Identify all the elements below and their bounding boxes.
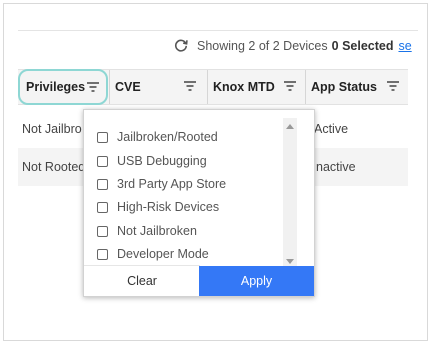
checkbox[interactable] bbox=[97, 225, 108, 237]
scroll-up-arrow-icon[interactable] bbox=[286, 124, 294, 129]
privileges-filter-dropdown: Jailbroken/Rooted USB Debugging 3rd Part… bbox=[83, 109, 315, 297]
column-header-privileges[interactable]: Privileges bbox=[18, 69, 108, 105]
filter-option-not-jailbroken[interactable]: Not Jailbroken bbox=[97, 221, 197, 241]
refresh-icon[interactable] bbox=[174, 38, 190, 54]
filter-option-jailbroken-rooted[interactable]: Jailbroken/Rooted bbox=[97, 127, 218, 147]
option-label: High-Risk Devices bbox=[117, 200, 220, 214]
scrollbar[interactable] bbox=[283, 118, 297, 268]
option-label: Developer Mode bbox=[117, 247, 209, 261]
checkbox[interactable] bbox=[97, 178, 108, 190]
filter-option-3rd-party-app-store[interactable]: 3rd Party App Store bbox=[97, 174, 226, 194]
selected-count-text: 0 Selected bbox=[331, 39, 394, 53]
filter-icon[interactable] bbox=[86, 81, 100, 93]
status-bar: Showing 2 of 2 Devices 0 Selected se bbox=[174, 38, 412, 54]
option-label: USB Debugging bbox=[117, 154, 207, 168]
column-label-privileges: Privileges bbox=[26, 80, 86, 94]
column-header-knox-mtd[interactable]: Knox MTD bbox=[207, 70, 305, 104]
option-label: 3rd Party App Store bbox=[117, 177, 227, 191]
column-label-app-status: App Status bbox=[311, 80, 377, 94]
checkbox[interactable] bbox=[97, 248, 108, 260]
cell-privileges: Not Rooted bbox=[22, 160, 84, 174]
apply-button[interactable]: Apply bbox=[199, 266, 314, 296]
cell-app-status: Active bbox=[314, 122, 349, 136]
filter-icon[interactable] bbox=[386, 80, 400, 92]
option-label: Not Jailbroken bbox=[117, 224, 197, 238]
column-label-knox-mtd: Knox MTD bbox=[213, 80, 275, 94]
filter-option-high-risk-devices[interactable]: High-Risk Devices bbox=[97, 197, 219, 217]
divider bbox=[18, 30, 418, 31]
clear-button[interactable]: Clear bbox=[84, 265, 200, 296]
filter-icon[interactable] bbox=[283, 80, 297, 92]
cell-privileges: Not Jailbro bbox=[22, 122, 82, 136]
scroll-down-arrow-icon[interactable] bbox=[286, 259, 294, 264]
column-label-cve: CVE bbox=[115, 80, 141, 94]
column-header-cve[interactable]: CVE bbox=[109, 70, 207, 104]
column-header-app-status[interactable]: App Status bbox=[305, 70, 408, 104]
filter-icon[interactable] bbox=[183, 80, 197, 92]
filter-option-developer-mode[interactable]: Developer Mode bbox=[97, 244, 209, 264]
filter-option-usb-debugging[interactable]: USB Debugging bbox=[97, 151, 207, 171]
select-all-link[interactable]: se bbox=[398, 39, 411, 53]
table-header: Privileges CVE Knox MTD App Status bbox=[18, 69, 408, 105]
checkbox[interactable] bbox=[97, 131, 108, 143]
cell-app-status: nactive bbox=[316, 160, 356, 174]
checkbox[interactable] bbox=[97, 201, 108, 213]
checkbox[interactable] bbox=[97, 155, 108, 167]
device-count-text: Showing 2 of 2 Devices bbox=[197, 39, 328, 53]
option-label: Jailbroken/Rooted bbox=[117, 130, 218, 144]
